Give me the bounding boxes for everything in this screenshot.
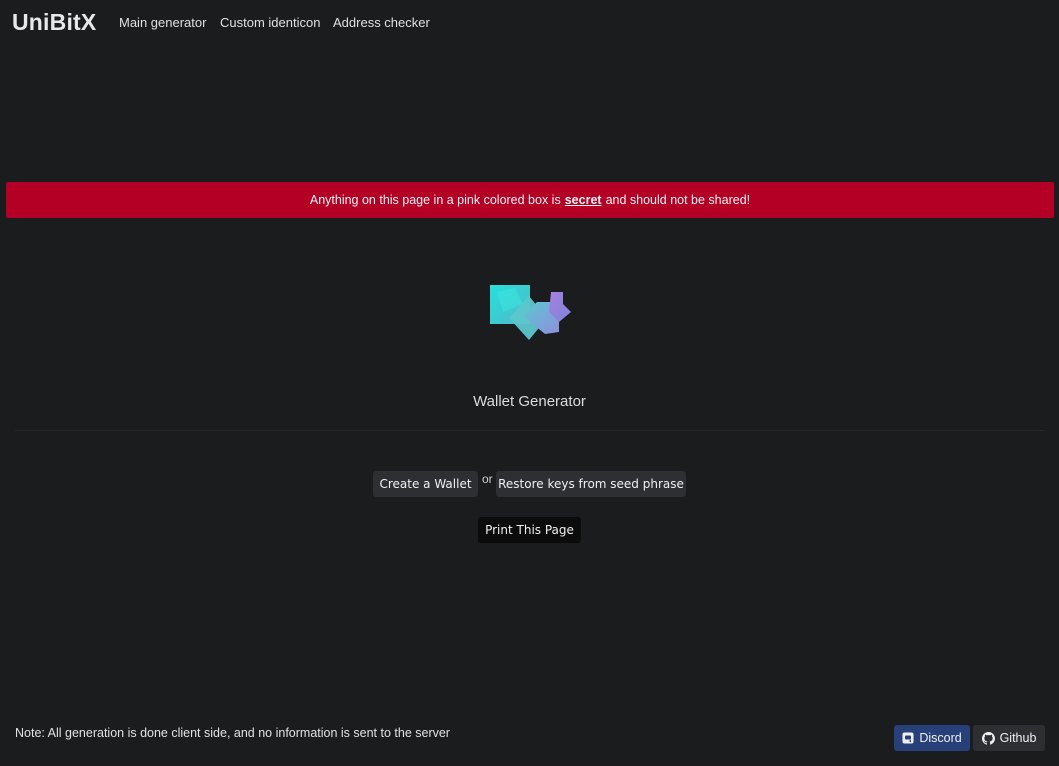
nav-custom-identicon[interactable]: Custom identicon (220, 15, 320, 30)
github-icon (981, 731, 995, 745)
footer-note: Note: All generation is done client side… (15, 726, 450, 740)
identicon-icon (487, 282, 577, 348)
nav-address-checker[interactable]: Address checker (333, 15, 430, 30)
github-button[interactable]: Github (973, 725, 1045, 751)
banner-text-before: Anything on this page in a pink colored … (309, 193, 561, 207)
restore-seed-button[interactable]: Restore keys from seed phrase (496, 471, 686, 497)
github-label: Github (999, 731, 1037, 745)
brand-logo[interactable]: UniBitX (12, 9, 96, 36)
banner-text-after: and should not be shared! (605, 193, 751, 207)
navbar: UniBitX Main generator Custom identicon … (0, 0, 1059, 46)
page-title: Wallet Generator (473, 393, 586, 410)
print-page-button[interactable]: Print This Page (478, 517, 581, 543)
or-label: or (482, 472, 493, 486)
nav-main-generator[interactable]: Main generator (119, 15, 206, 30)
discord-label: Discord (919, 731, 962, 745)
secret-warning-banner: Anything on this page in a pink colored … (6, 182, 1054, 218)
page: UniBitX Main generator Custom identicon … (0, 0, 1059, 766)
create-wallet-button[interactable]: Create a Wallet (373, 471, 478, 497)
discord-icon (902, 732, 914, 744)
banner-secret-word: secret (564, 193, 602, 207)
divider (15, 430, 1044, 431)
discord-button[interactable]: Discord (894, 725, 970, 751)
